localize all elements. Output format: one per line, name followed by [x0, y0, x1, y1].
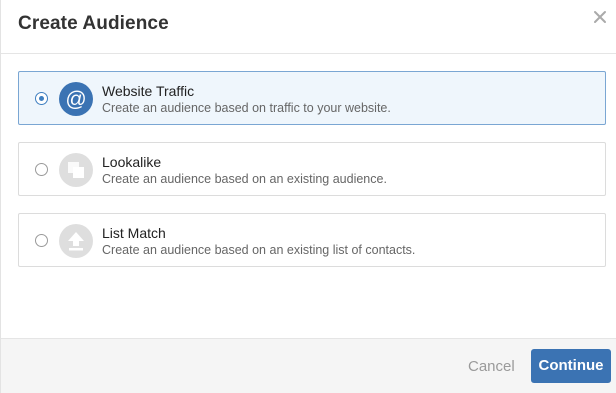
- create-audience-dialog: Create Audience @ Website Traffic Create…: [0, 0, 616, 393]
- radio-website-traffic[interactable]: [35, 92, 48, 105]
- upload-icon: [59, 224, 93, 258]
- radio-list-match[interactable]: [35, 234, 48, 247]
- lookalike-squares-icon: [59, 153, 93, 187]
- option-list-match[interactable]: List Match Create an audience based on a…: [18, 213, 606, 267]
- option-website-traffic[interactable]: @ Website Traffic Create an audience bas…: [18, 71, 606, 125]
- option-description: Create an audience based on an existing …: [102, 243, 416, 257]
- option-title: List Match: [102, 225, 166, 241]
- svg-text:@: @: [65, 88, 86, 111]
- dialog-footer: Cancel Continue: [1, 338, 616, 393]
- dialog-header: Create Audience: [1, 0, 616, 54]
- radio-selected-dot: [39, 96, 44, 101]
- option-title: Lookalike: [102, 154, 162, 170]
- close-icon[interactable]: [591, 8, 609, 26]
- option-description: Create an audience based on an existing …: [102, 172, 387, 186]
- option-description: Create an audience based on traffic to y…: [102, 101, 391, 115]
- option-lookalike[interactable]: Lookalike Create an audience based on an…: [18, 142, 606, 196]
- at-sign-icon: @: [59, 82, 93, 116]
- option-title: Website Traffic: [102, 83, 195, 99]
- continue-button[interactable]: Continue: [531, 349, 611, 383]
- audience-type-options: @ Website Traffic Create an audience bas…: [18, 71, 606, 284]
- dialog-title: Create Audience: [18, 13, 169, 34]
- cancel-button[interactable]: Cancel: [468, 358, 515, 375]
- radio-lookalike[interactable]: [35, 163, 48, 176]
